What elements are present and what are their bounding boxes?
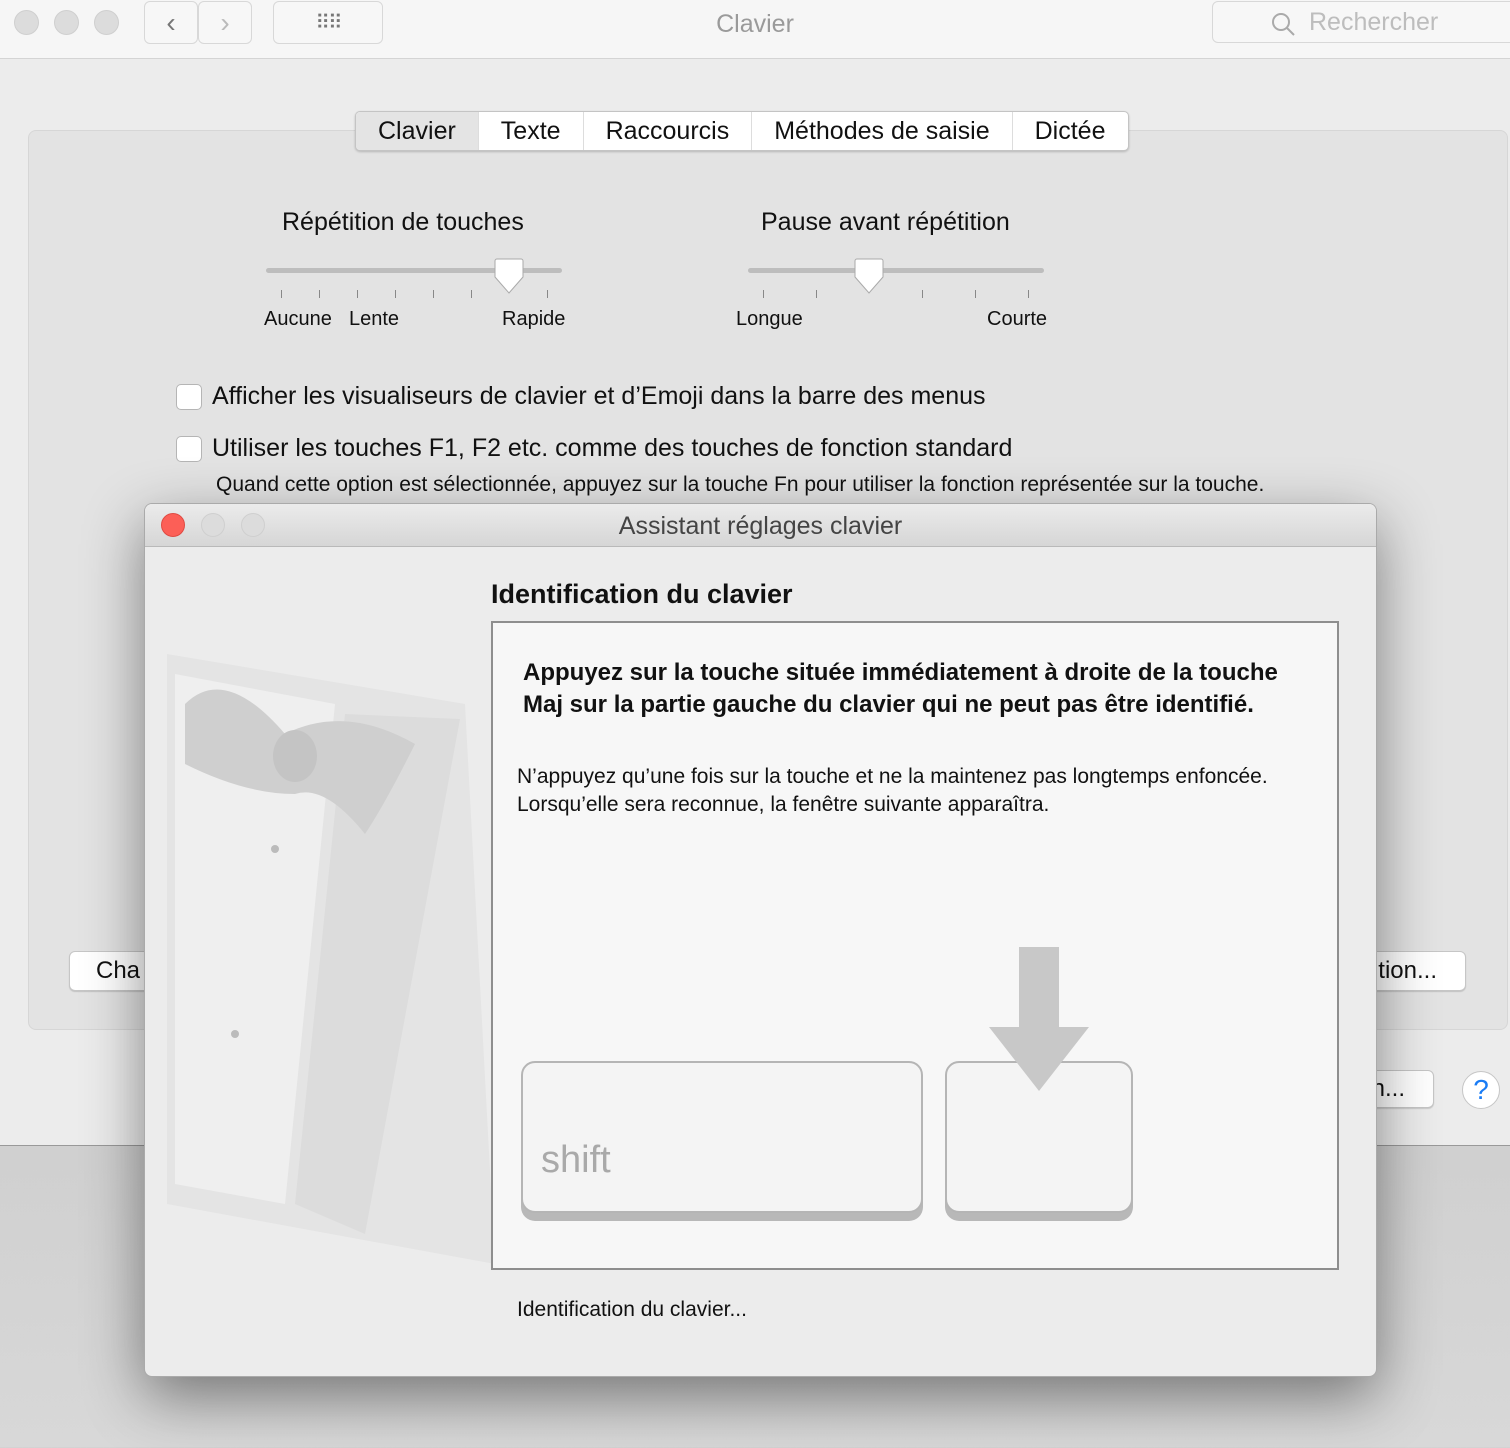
show-viewers-label: Afficher les visualiseurs de clavier et …	[212, 382, 986, 410]
button-label: tion...	[1378, 957, 1437, 984]
search-input[interactable]: Rechercher	[1212, 1, 1510, 43]
delay-slider[interactable]	[748, 268, 1044, 273]
tab-clavier[interactable]: Clavier	[356, 112, 479, 150]
search-icon	[1272, 13, 1295, 36]
delay-min-label: Longue	[736, 308, 803, 330]
instruction-note: N’appuyez qu’une fois sur la touche et n…	[517, 765, 1268, 816]
tab-raccourcis[interactable]: Raccourcis	[584, 112, 753, 150]
key-repeat-label: Répétition de touches	[282, 208, 524, 236]
shift-key-label: shift	[541, 1139, 611, 1181]
key-repeat-slider-thumb[interactable]	[494, 258, 524, 294]
shift-key: shift	[521, 1061, 923, 1213]
help-icon: ?	[1473, 1074, 1489, 1105]
delay-label: Pause avant répétition	[761, 208, 1010, 236]
status-text: Identification du clavier...	[517, 1298, 747, 1321]
tab-methodes-de-saisie[interactable]: Méthodes de saisie	[752, 112, 1013, 150]
keyboard-setup-assistant-dialog: Assistant réglages clavier Identificatio…	[144, 503, 1377, 1377]
fn-note: Quand cette option est sélectionnée, app…	[216, 473, 1265, 496]
instruction-text: Appuyez sur la touche située immédiateme…	[523, 659, 1278, 718]
instruction-panel: Appuyez sur la touche située immédiateme…	[491, 621, 1339, 1270]
tuxedo-illustration	[167, 654, 495, 1264]
delay-max-label: Courte	[987, 308, 1048, 330]
dialog-title: Assistant réglages clavier	[618, 512, 903, 540]
tab-bar: Clavier Texte Raccourcis Méthodes de sai…	[355, 111, 1129, 151]
dialog-heading: Identification du clavier	[491, 579, 793, 609]
key-repeat-min-label: Aucune	[264, 308, 332, 330]
dialog-title-bar: Assistant réglages clavier	[145, 504, 1376, 547]
tab-texte[interactable]: Texte	[479, 112, 584, 150]
show-viewers-checkbox[interactable]	[176, 384, 202, 410]
arrow-down-icon	[989, 947, 1089, 1091]
fn-keys-label: Utiliser les touches F1, F2 etc. comme d…	[212, 434, 1013, 462]
fn-keys-checkbox[interactable]	[176, 436, 202, 462]
key-repeat-max-label: Rapide	[502, 308, 566, 330]
help-button[interactable]: ?	[1462, 1071, 1500, 1109]
key-repeat-mid-label: Lente	[349, 308, 400, 330]
search-placeholder: Rechercher	[1309, 7, 1439, 36]
title-bar: ‹ › ⠿⠿ Clavier Rechercher	[0, 0, 1510, 59]
button-label: Cha	[96, 957, 141, 984]
tab-dictee[interactable]: Dictée	[1013, 112, 1128, 150]
delay-slider-thumb[interactable]	[854, 258, 884, 294]
